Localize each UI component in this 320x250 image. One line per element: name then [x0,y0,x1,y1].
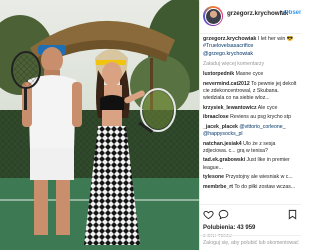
comment-user[interactable]: _jacek_placek [203,124,238,130]
follow-button[interactable]: Obserwuj [284,10,301,16]
add-comment-bar[interactable]: Zaloguj się, aby polubić lub skomentować [200,235,301,250]
bookmark-icon[interactable] [287,209,298,220]
comment-item: natchan.jesiak4 Ulo że z sesja zdjeciowa… [203,141,298,156]
comment-item: krzysiek_lewantowicz Ale cyce [203,105,298,112]
post-caption: grzegorz.krychowiak I let her win 😎 #Tru… [203,36,294,57]
tennis-couple-photo [0,0,199,250]
comment-user[interactable]: natchan.jesiak4 [203,141,242,147]
comments-list[interactable]: grzegorz.krychowiak I let her win 😎 #Tru… [200,36,301,204]
comment-item: ibraaclose Reviens au psg krycho stp [203,114,298,121]
comment-user[interactable]: tad.ek.grabowski [203,157,245,163]
add-comment-placeholder: Zaloguj się, aby polubić lub skomentować [203,240,299,246]
post-photo[interactable] [0,0,199,250]
caption-hashtag[interactable]: #Truelovelsasacrifice [203,43,253,49]
comment-user[interactable]: nevermind.cat2012 [203,81,250,87]
comment-text: Reviens au psg krycho stp [230,114,291,121]
avatar[interactable] [203,6,223,26]
heart-icon[interactable] [203,209,214,220]
separator-dot: • [280,9,283,16]
post-header: grzegorz.krychowiak • Obserwuj [200,0,301,34]
comment-text: Przystojny ale wiesniak w c... [225,174,293,181]
comment-user[interactable]: tylesone [203,174,224,180]
comment-item: nevermind.cat2012 To pewnie jej dekolt c… [203,81,298,103]
comment-item: _jacek_placek @vittorio_corleone_ @happy… [203,124,298,139]
post-side-panel: grzegorz.krychowiak • Obserwuj grzegorz.… [199,0,301,250]
comment-user[interactable]: krzysiek_lewantowicz [203,105,257,111]
comment-user[interactable]: ibraaclose [203,114,229,120]
comment-icon[interactable] [218,209,229,220]
comment-text: To do piłki zostaw wczas... [234,183,296,190]
comment-item: membrbe_rt To do piłki zostaw wczas... [203,184,298,191]
caption-username[interactable]: grzegorz.krychowiak [203,36,256,42]
comment-item: tylesone Przystojny ale wiesniak w c... [203,174,298,181]
comment-user[interactable]: membrbe_rt [203,184,233,190]
comment-item: tad.ek.grabowski Just like in premier le… [203,157,298,172]
comment-text: Masne cyce [235,71,264,78]
avatar-image [204,7,222,25]
likes-label: Polubienia [203,225,234,231]
likes-count[interactable]: Polubienia: 43 959 [203,225,255,231]
comment-user[interactable]: luxtorpednik [203,71,234,77]
load-more-comments-link[interactable]: Załaduj więcej komentarzy [203,61,298,68]
comment-item: luxtorpednik Masne cyce [203,71,298,78]
likes-number: 43 959 [237,225,256,231]
caption-mention[interactable]: @grzego.krychowiak [203,51,253,57]
comment-text: Ale cyce [257,104,278,111]
caption-text: I let her win [257,36,286,42]
